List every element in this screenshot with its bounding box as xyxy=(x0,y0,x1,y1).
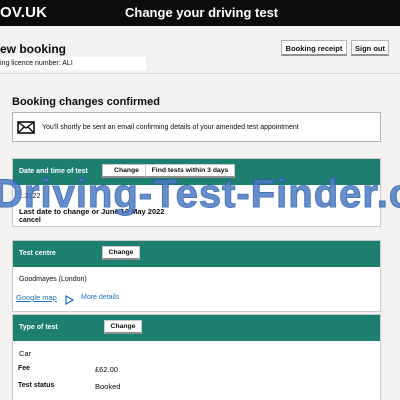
main-content: Booking changes confirmed You'll shortly… xyxy=(0,74,400,400)
service-name[interactable]: Change your driving test xyxy=(125,5,278,20)
booking-receipt-button[interactable]: Booking receipt xyxy=(281,40,347,56)
test-type-card: Type of test Change Car Fee £62.00 Test … xyxy=(12,314,381,400)
email-notice: You'll shortly be sent an email confirmi… xyxy=(12,112,381,142)
booking-subheader: ew booking ing licence number: ALI Booki… xyxy=(0,26,400,74)
change-centre-button[interactable]: Change xyxy=(102,246,140,260)
more-details-link[interactable]: More details xyxy=(81,294,119,301)
test-centre-label: Test centre xyxy=(19,250,56,257)
play-icon[interactable] xyxy=(64,292,75,310)
top-bar: OV.UK Change your driving test xyxy=(0,0,400,26)
licence-number: ing licence number: ALI xyxy=(0,57,146,70)
sign-out-button[interactable]: Sign out xyxy=(351,40,389,56)
centre-name: Goodmayes (London) xyxy=(19,276,87,283)
google-map-link[interactable]: Google map xyxy=(16,293,57,302)
cancel-text: cancel xyxy=(19,217,41,224)
fee-value: £62.00 xyxy=(95,365,118,374)
test-datetime: ...2022 xyxy=(19,193,41,200)
envelope-icon xyxy=(17,121,35,139)
page-title: ew booking xyxy=(0,42,66,56)
test-type-card-header: Type of test Change xyxy=(13,315,380,341)
gov-logo[interactable]: OV.UK xyxy=(0,4,47,21)
vehicle-type: Car xyxy=(19,349,32,358)
last-change-date: Last date to change or June 10 May 2022 xyxy=(19,207,165,216)
change-type-button[interactable]: Change xyxy=(104,320,142,334)
find-tests-button[interactable]: Find tests within 3 days xyxy=(145,164,235,178)
confirmation-heading: Booking changes confirmed xyxy=(12,96,160,108)
test-status-label: Test status xyxy=(18,382,55,389)
test-type-label: Type of test xyxy=(19,324,58,331)
fee-label: Fee xyxy=(18,365,31,372)
test-centre-card-header: Test centre Change xyxy=(13,241,380,267)
change-date-button[interactable]: Change xyxy=(102,164,151,178)
test-centre-card: Test centre Change Goodmayes (London) Go… xyxy=(12,240,381,312)
test-status-value: Booked xyxy=(95,382,121,391)
date-time-card-header: Date and time of test Change Find tests … xyxy=(13,159,380,185)
date-time-label: Date and time of test xyxy=(19,168,88,175)
date-time-card: Date and time of test Change Find tests … xyxy=(12,158,381,227)
email-notice-text: You'll shortly be sent an email confirmi… xyxy=(42,124,299,131)
